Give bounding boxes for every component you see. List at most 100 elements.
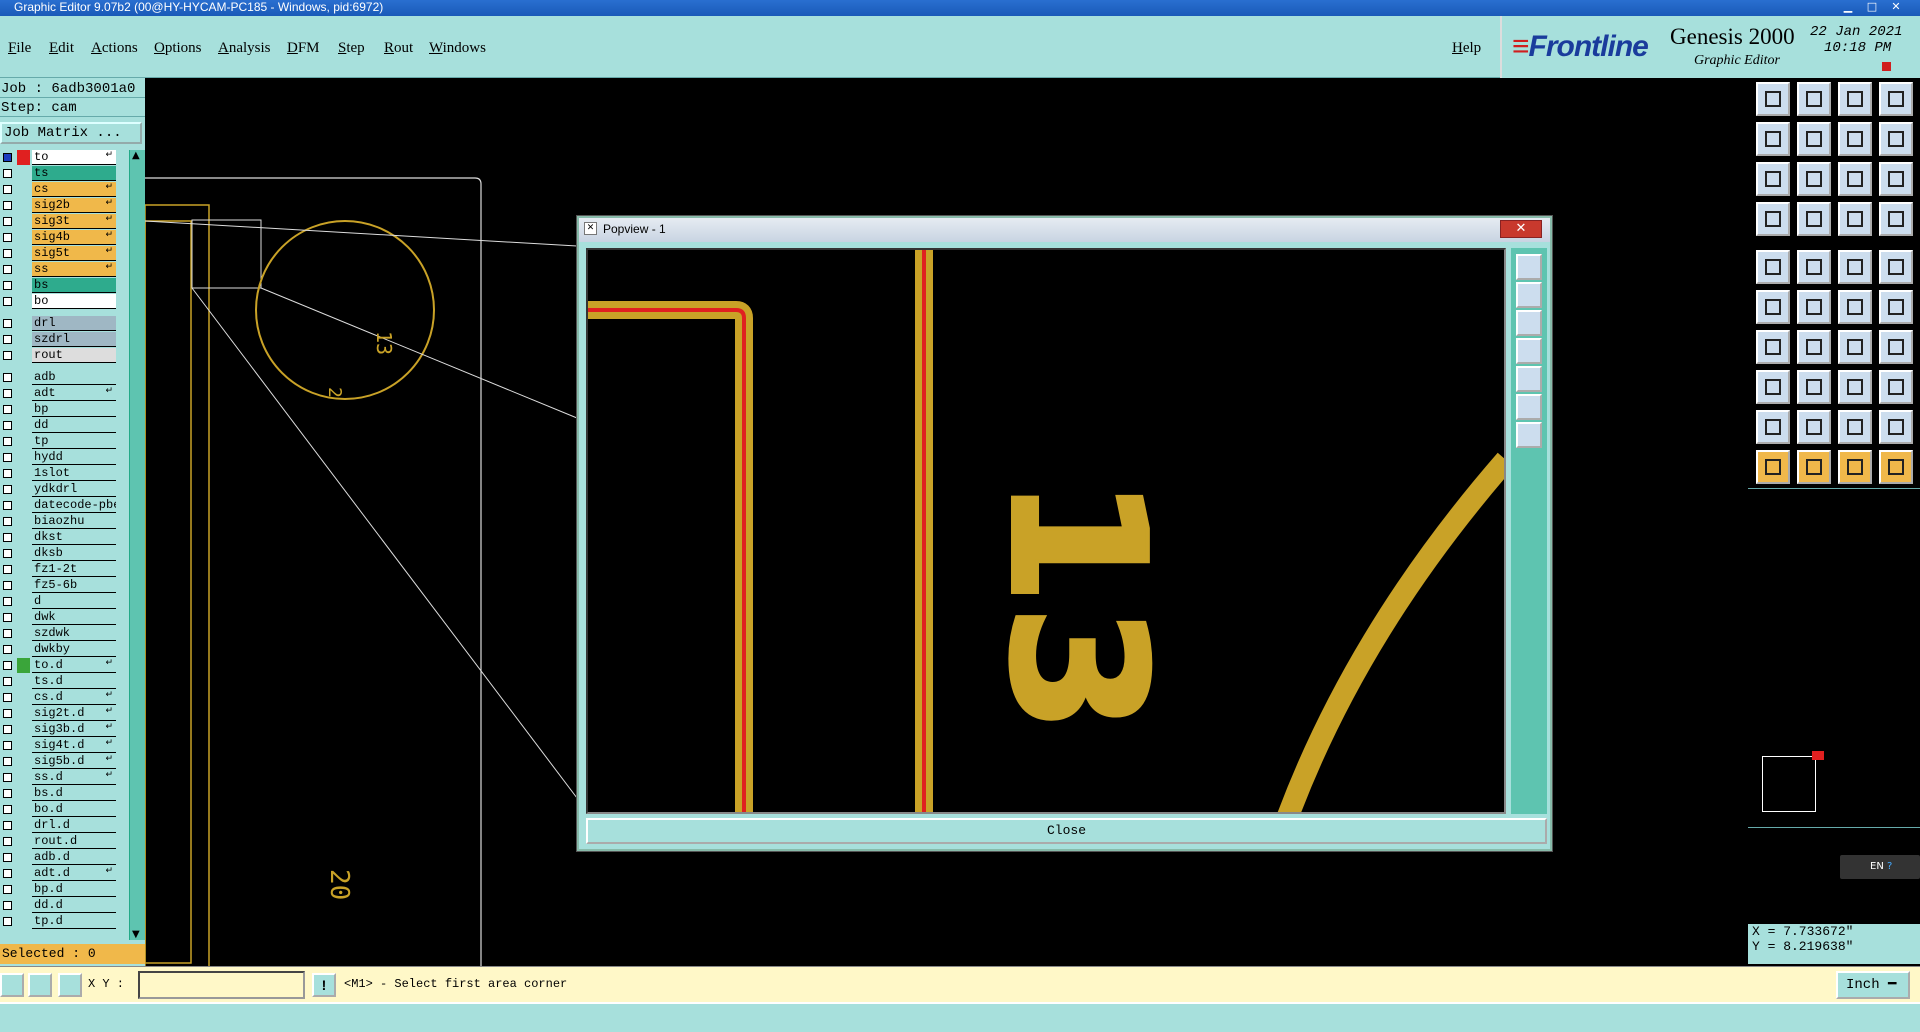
layer-name[interactable]: bo [32, 294, 116, 309]
layer-name[interactable]: sig5b.d [32, 754, 116, 769]
layer-row[interactable]: ts [0, 166, 116, 181]
layer-name[interactable]: ss.d [32, 770, 116, 785]
copy-icon[interactable] [1756, 82, 1790, 116]
layer-checkbox[interactable] [3, 421, 12, 430]
layer-checkbox[interactable] [3, 351, 12, 360]
layer-name[interactable]: bp.d [32, 882, 116, 897]
grid-icon[interactable] [1797, 202, 1831, 236]
menu-analysis[interactable]: Analysis [218, 40, 271, 57]
layer-name[interactable]: adt [32, 386, 116, 401]
layer-checkbox[interactable] [3, 533, 12, 542]
tri3-icon[interactable] [1838, 410, 1872, 444]
layer-name[interactable]: bo.d [32, 802, 116, 817]
in-icon[interactable] [1756, 122, 1790, 156]
flip-icon[interactable] [1879, 330, 1913, 364]
menu-step[interactable]: Step [338, 40, 365, 57]
layer-name[interactable]: adb.d [32, 850, 116, 865]
layer-row[interactable]: adt ↵ [0, 386, 116, 401]
layer-name[interactable]: tp.d [32, 914, 116, 929]
layer-row[interactable]: sig4b ↵ [0, 230, 116, 245]
zoom-icon[interactable] [1797, 162, 1831, 196]
layer-checkbox[interactable] [3, 405, 12, 414]
layer-row[interactable]: sig2t.d ↵ [0, 706, 116, 721]
layer-name[interactable]: rout [32, 348, 116, 363]
layer-row[interactable]: bo [0, 294, 116, 309]
layer-row[interactable]: fz5-6b [0, 578, 116, 593]
layer-row[interactable]: adt.d ↵ [0, 866, 116, 881]
layer-checkbox[interactable] [3, 169, 12, 178]
layer-checkbox[interactable] [3, 869, 12, 878]
layer-checkbox[interactable] [3, 773, 12, 782]
layer-row[interactable]: sig5t ↵ [0, 246, 116, 261]
layer-name[interactable]: dd.d [32, 898, 116, 913]
unit-selector[interactable]: Inch ━ [1836, 971, 1910, 999]
layer-checkbox[interactable] [3, 789, 12, 798]
layer-name[interactable]: drl.d [32, 818, 116, 833]
layer-row[interactable]: rout [0, 348, 116, 363]
layer-checkbox[interactable] [3, 335, 12, 344]
layer-name[interactable]: adb [32, 370, 116, 385]
layer-checkbox[interactable] [3, 805, 12, 814]
layer-checkbox[interactable] [3, 645, 12, 654]
layer-checkbox[interactable] [3, 389, 12, 398]
menu-rout[interactable]: Rout [384, 40, 413, 57]
menu-help[interactable]: Help [1452, 40, 1481, 57]
layer-row[interactable]: datecode-pbe [0, 498, 116, 513]
layer-row[interactable]: adb [0, 370, 116, 385]
scroll-down-icon[interactable]: ▼ [132, 929, 140, 940]
move-pt-icon[interactable] [1838, 290, 1872, 324]
layer-name[interactable]: szdrl [32, 332, 116, 347]
layer-row[interactable]: tp [0, 434, 116, 449]
home-icon[interactable] [1838, 82, 1872, 116]
layer-checkbox[interactable] [3, 319, 12, 328]
layer-row[interactable]: to ↵ [0, 150, 116, 165]
minimize-icon[interactable]: ▁ [1838, 0, 1858, 15]
measure-icon[interactable] [1838, 370, 1872, 404]
connect-icon[interactable] [1756, 290, 1790, 324]
layer-row[interactable]: biaozhu [0, 514, 116, 529]
cluster-icon[interactable] [1879, 370, 1913, 404]
layer-row[interactable]: bs.d [0, 786, 116, 801]
layer-row[interactable]: dwk [0, 610, 116, 625]
layer-row[interactable]: bp [0, 402, 116, 417]
layer-row[interactable]: cs.d ↵ [0, 690, 116, 705]
redraw-icon[interactable] [1756, 202, 1790, 236]
layer-checkbox[interactable] [3, 437, 12, 446]
layer-checkbox[interactable] [3, 469, 12, 478]
layer-row[interactable]: dkst [0, 530, 116, 545]
layer-row[interactable]: tp.d [0, 914, 116, 929]
layer-row[interactable]: ydkdrl [0, 482, 116, 497]
cross-icon[interactable] [1797, 290, 1831, 324]
layer-checkbox[interactable] [3, 185, 12, 194]
help-icon[interactable] [1879, 162, 1913, 196]
layer-row[interactable]: sig4t.d ↵ [0, 738, 116, 753]
help-icon[interactable]: ? [1887, 861, 1892, 872]
layer-checkbox[interactable] [3, 297, 12, 306]
layer-name[interactable]: cs.d [32, 690, 116, 705]
pad-icon[interactable] [1879, 250, 1913, 284]
layer-checkbox[interactable] [3, 837, 12, 846]
tri1-icon[interactable] [1756, 410, 1790, 444]
layer-name[interactable]: fz5-6b [32, 578, 116, 593]
layer-scrollbar[interactable]: ▲ ▼ [129, 150, 145, 940]
arc-icon[interactable] [1838, 330, 1872, 364]
layer-checkbox[interactable] [3, 201, 12, 210]
layer-checkbox[interactable] [3, 629, 12, 638]
layer-name[interactable]: sig3b.d [32, 722, 116, 737]
layer-checkbox[interactable] [3, 741, 12, 750]
layer-checkbox[interactable] [3, 485, 12, 494]
layer-name[interactable]: sig2t.d [32, 706, 116, 721]
menu-options[interactable]: Options [154, 40, 202, 57]
layer-name[interactable]: rout.d [32, 834, 116, 849]
layer-checkbox[interactable] [3, 549, 12, 558]
layer-name[interactable]: biaozhu [32, 514, 116, 529]
layer-name[interactable]: dd [32, 418, 116, 433]
line-h-icon[interactable] [1797, 370, 1831, 404]
arrow-pt-icon[interactable] [1879, 290, 1913, 324]
layer-checkbox[interactable] [3, 153, 12, 162]
layer-row[interactable]: bs [0, 278, 116, 293]
layer-checkbox[interactable] [3, 613, 12, 622]
warning-button[interactable]: ! [312, 973, 336, 997]
layer-checkbox[interactable] [3, 249, 12, 258]
menu-edit[interactable]: Edit [49, 40, 74, 57]
